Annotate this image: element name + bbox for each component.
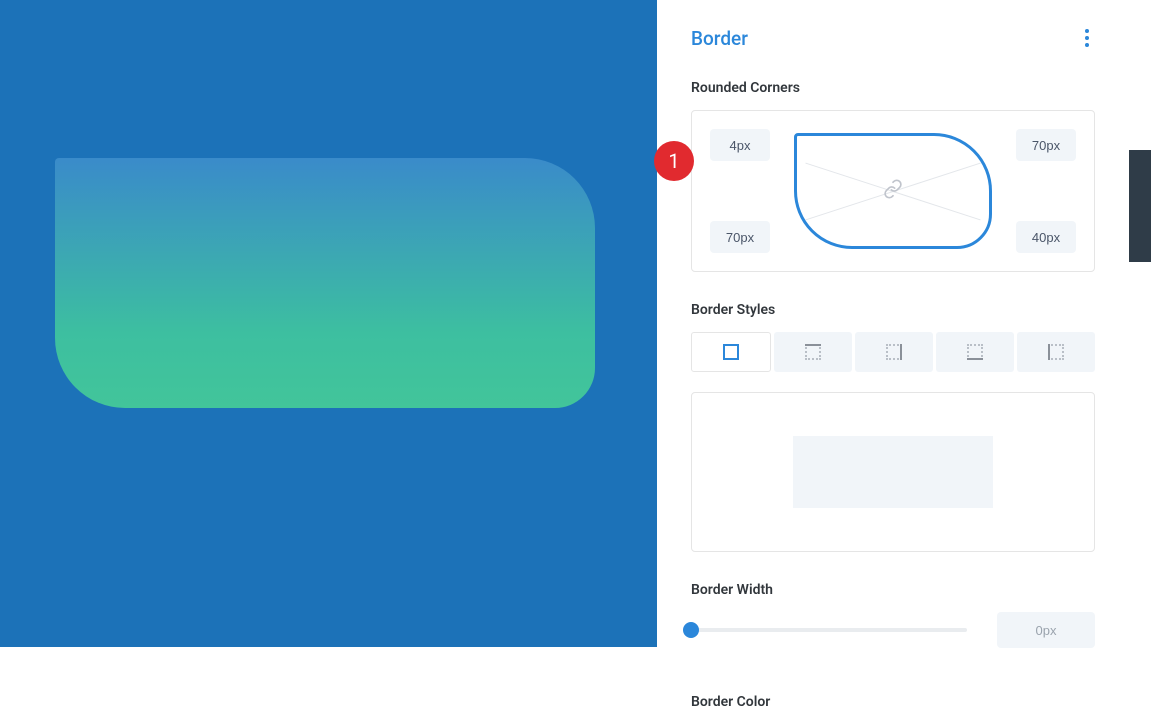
border-width-label: Border Width — [691, 582, 1095, 598]
border-preview-box — [691, 392, 1095, 552]
border-style-top[interactable] — [774, 332, 852, 372]
more-options-icon[interactable] — [1079, 24, 1095, 52]
corner-top-left-input[interactable] — [710, 129, 770, 161]
settings-panel: Border Rounded Corners Border Styles — [657, 0, 1129, 647]
preview-canvas — [0, 0, 657, 647]
border-style-left[interactable] — [1017, 332, 1095, 372]
corner-bottom-right-input[interactable] — [1016, 221, 1076, 253]
scrollbar-indicator[interactable] — [1129, 150, 1151, 262]
preview-shape — [55, 158, 595, 408]
border-width-slider[interactable] — [691, 628, 967, 632]
border-color-label: Border Color — [691, 694, 1095, 710]
corner-preview-box — [794, 133, 992, 249]
rounded-corners-control — [691, 110, 1095, 272]
step-annotation-1: 1 — [654, 141, 694, 181]
border-style-bottom[interactable] — [936, 332, 1014, 372]
corner-bottom-left-input[interactable] — [710, 221, 770, 253]
border-styles-group — [691, 332, 1095, 372]
border-bottom-icon — [967, 344, 983, 360]
border-styles-label: Border Styles — [691, 302, 1095, 318]
slider-thumb[interactable] — [683, 622, 699, 638]
rounded-corners-label: Rounded Corners — [691, 80, 1095, 96]
border-all-icon — [723, 344, 739, 360]
corner-top-right-input[interactable] — [1016, 129, 1076, 161]
right-gutter — [1129, 0, 1151, 647]
border-style-all[interactable] — [691, 332, 771, 372]
panel-header: Border — [691, 24, 1095, 52]
border-preview-inner — [793, 436, 993, 508]
panel-title: Border — [691, 27, 748, 50]
border-width-input[interactable] — [997, 612, 1095, 648]
border-width-control — [691, 612, 1095, 648]
border-left-icon — [1048, 344, 1064, 360]
link-values-icon[interactable] — [883, 179, 903, 203]
border-right-icon — [886, 344, 902, 360]
border-top-icon — [805, 344, 821, 360]
border-style-right[interactable] — [855, 332, 933, 372]
